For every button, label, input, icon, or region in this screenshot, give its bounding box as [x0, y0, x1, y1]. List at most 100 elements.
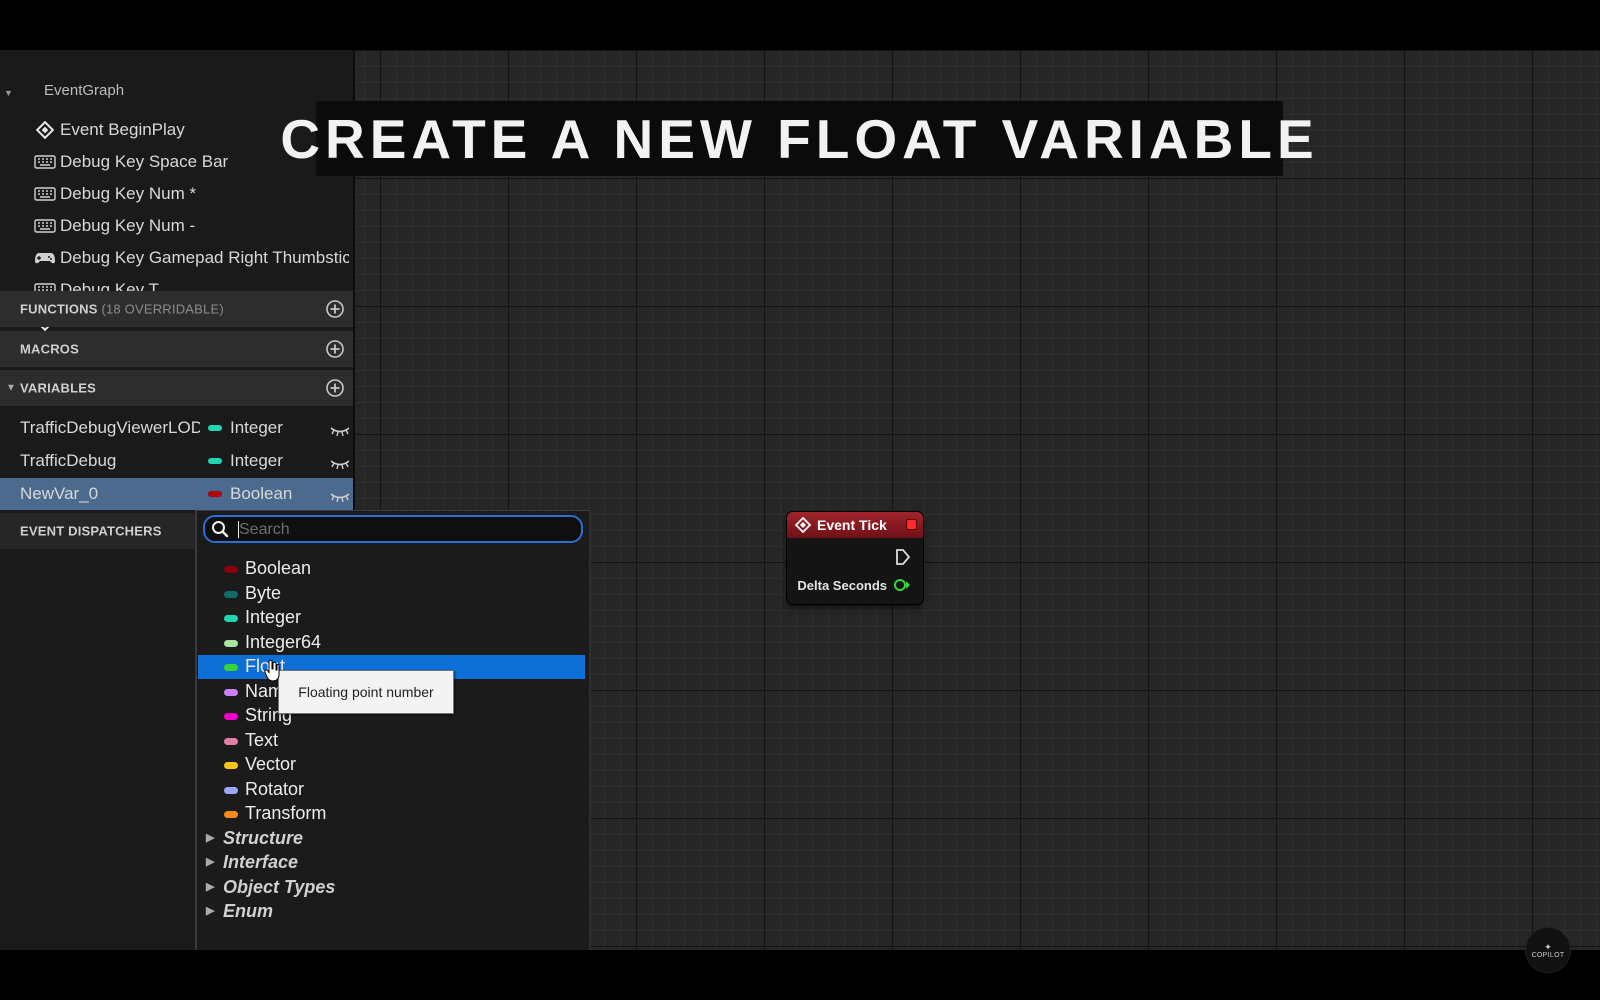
- node-header: Event Tick: [787, 512, 923, 538]
- type-option[interactable]: Byte: [198, 582, 585, 606]
- variable-type-dropdown: BooleanByteIntegerInteger64FloatNameStri…: [195, 510, 591, 951]
- type-category-label: Structure: [223, 827, 304, 848]
- event-item[interactable]: Debug Key Num *: [34, 180, 349, 208]
- type-color-pill: [224, 664, 238, 671]
- type-color-pill: [224, 786, 238, 794]
- variable-name: TrafficDebug: [20, 451, 117, 470]
- type-color-pill: [224, 713, 238, 720]
- expand-arrow-icon[interactable]: ▶: [206, 855, 214, 868]
- float-pin-icon[interactable]: [893, 578, 911, 592]
- add-function-icon[interactable]: [325, 299, 345, 319]
- type-option-label: Text: [245, 729, 279, 750]
- type-category-label: Enum: [223, 901, 274, 921]
- variable-name: NewVar_0: [20, 484, 99, 503]
- type-option-label: Byte: [245, 582, 282, 603]
- event-item-label: Debug Key Num -: [60, 216, 196, 235]
- type-option[interactable]: Integer: [198, 606, 585, 630]
- type-option-label: Integer64: [245, 631, 322, 652]
- keyboard-icon: [34, 154, 56, 170]
- closed-eye-icon[interactable]: [330, 422, 350, 437]
- variables-label: VARIABLES: [20, 380, 96, 396]
- type-option[interactable]: Rotator: [198, 778, 585, 802]
- stop-icon: [906, 519, 917, 530]
- closed-eye-icon[interactable]: [330, 488, 350, 503]
- keyboard-icon: [34, 218, 56, 234]
- type-color-pill: [224, 737, 238, 745]
- event-graph-header[interactable]: ▼ EventGraph: [0, 82, 355, 102]
- functions-label: FUNCTIONS: [20, 301, 98, 317]
- type-option[interactable]: Integer64: [198, 631, 585, 655]
- type-option-label: Integer: [245, 607, 302, 627]
- variable-type-selector[interactable]: Integer: [230, 418, 283, 438]
- type-color-pill: [224, 639, 238, 647]
- type-color-pill: [224, 811, 238, 818]
- event-dispatchers-label: EVENT DISPATCHERS: [20, 523, 162, 539]
- expand-arrow-icon[interactable]: ▼: [4, 88, 13, 98]
- keyboard-icon: [34, 186, 56, 202]
- type-option-label: Vector: [245, 754, 297, 774]
- type-option[interactable]: Text: [198, 729, 585, 753]
- type-search-box[interactable]: [203, 515, 583, 543]
- expand-arrow-icon[interactable]: ▶: [206, 880, 214, 893]
- expand-arrow-icon[interactable]: ▶: [206, 904, 214, 917]
- letterbox-bottom: [0, 950, 1600, 1000]
- event-item[interactable]: Debug Key Num -: [34, 212, 349, 240]
- tutorial-banner: CREATE A NEW FLOAT VARIABLE: [280, 101, 1314, 176]
- watermark-text: COPILOT: [1531, 951, 1565, 959]
- letterbox-top: [0, 0, 1600, 50]
- type-category[interactable]: ▶ Enum: [198, 900, 585, 924]
- type-category[interactable]: ▶ Object Types: [198, 876, 585, 900]
- type-color-pill[interactable]: [208, 491, 222, 497]
- variable-type-selector[interactable]: Integer: [230, 451, 283, 471]
- variable-row[interactable]: TrafficDebug Integer: [0, 445, 355, 477]
- gamepad-icon: [34, 250, 56, 266]
- type-category-label: Object Types: [223, 876, 336, 897]
- copilot-watermark: ✦ COPILOT: [1526, 928, 1570, 972]
- type-option-label: Boolean: [245, 558, 312, 578]
- add-macro-icon[interactable]: [325, 339, 345, 359]
- closed-eye-icon[interactable]: [330, 455, 350, 470]
- variable-row[interactable]: NewVar_0 Boolean: [0, 478, 355, 510]
- type-color-pill: [224, 566, 238, 573]
- event-item-label: Event BeginPlay: [60, 120, 185, 139]
- variable-name: TrafficDebugViewerLOD: [20, 418, 200, 437]
- search-icon: [212, 521, 229, 538]
- event-item-label: Debug Key Space Bar: [60, 152, 229, 171]
- type-option[interactable]: Boolean: [198, 557, 585, 581]
- type-color-pill: [224, 762, 238, 769]
- type-color-pill: [224, 688, 238, 696]
- node-title: Event Tick: [817, 517, 887, 533]
- type-color-pill[interactable]: [208, 458, 222, 464]
- type-color-pill: [224, 590, 238, 598]
- macros-label: MACROS: [20, 341, 79, 357]
- type-category[interactable]: ▶ Structure: [198, 827, 585, 851]
- text-caret: [238, 521, 239, 538]
- banner-text: CREATE A NEW FLOAT VARIABLE: [280, 107, 1319, 170]
- add-variable-icon[interactable]: [325, 378, 345, 398]
- functions-overridable-count: (18 OVERRIDABLE): [101, 301, 224, 317]
- type-tooltip: Floating point number: [278, 670, 454, 714]
- type-option-label: Transform: [245, 803, 327, 823]
- type-color-pill[interactable]: [208, 425, 222, 431]
- type-option-label: Rotator: [245, 778, 305, 799]
- expand-arrow-icon[interactable]: ▶: [206, 831, 214, 844]
- event-diamond-icon: [34, 121, 56, 139]
- type-option[interactable]: Vector: [198, 753, 585, 777]
- mouse-cursor-icon: [264, 660, 280, 682]
- exec-pin-icon[interactable]: [895, 548, 911, 566]
- event-item-label: Debug Key Gamepad Right Thumbstick: [60, 248, 349, 267]
- variables-section[interactable]: ▼ VARIABLES: [0, 370, 355, 406]
- macros-section[interactable]: MACROS: [0, 331, 355, 367]
- type-search-input[interactable]: [237, 518, 571, 542]
- type-color-pill: [224, 615, 238, 622]
- functions-section[interactable]: FUNCTIONS (18 OVERRIDABLE): [0, 291, 355, 327]
- variable-row[interactable]: TrafficDebugViewerLOD Integer: [0, 412, 355, 444]
- type-category[interactable]: ▶ Interface: [198, 851, 585, 875]
- collapse-arrow-icon[interactable]: ▼: [6, 383, 16, 394]
- type-option[interactable]: Transform: [198, 802, 585, 826]
- event-diamond-icon: [795, 517, 811, 533]
- event-graph-label: EventGraph: [44, 82, 125, 99]
- event-item[interactable]: Debug Key Gamepad Right Thumbstick: [34, 244, 349, 272]
- variable-type-selector[interactable]: Boolean: [230, 484, 292, 504]
- event-tick-node[interactable]: Event Tick Delta Seconds: [787, 512, 923, 604]
